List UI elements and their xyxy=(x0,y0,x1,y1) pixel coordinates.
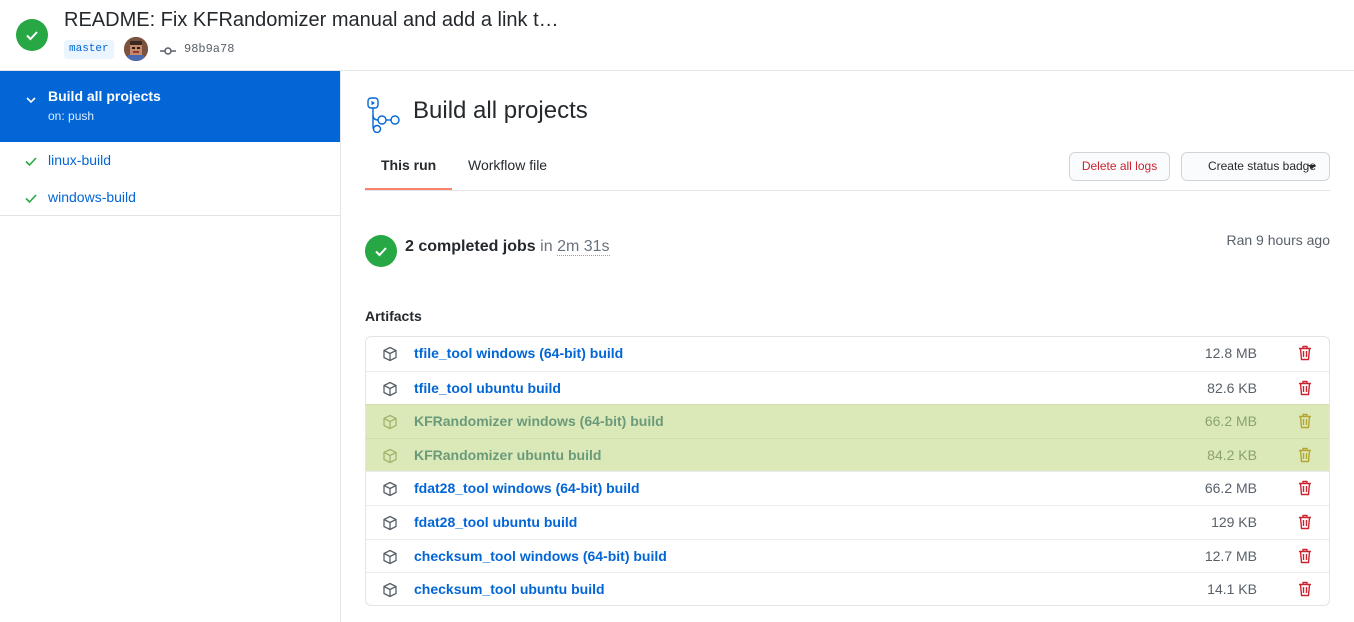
artifact-row: tfile_tool ubuntu build 82.6 KB xyxy=(366,371,1329,405)
package-icon xyxy=(382,346,398,365)
artifact-size: 82.6 KB xyxy=(1207,380,1257,396)
package-icon xyxy=(382,381,398,400)
success-status-icon xyxy=(365,235,397,267)
avatar[interactable] xyxy=(124,37,148,61)
trash-icon[interactable] xyxy=(1298,380,1312,399)
tabs-divider xyxy=(365,190,1330,191)
trash-icon[interactable] xyxy=(1298,548,1312,567)
workflow-sidebar: Build all projects on: push linux-build … xyxy=(0,71,341,622)
run-timestamp: Ran 9 hours ago xyxy=(1226,232,1330,248)
sidebar-item-windows-build[interactable]: windows-build xyxy=(0,182,340,212)
package-icon xyxy=(382,414,398,433)
sidebar-item-linux-build[interactable]: linux-build xyxy=(0,145,340,175)
artifact-name-link[interactable]: checksum_tool windows (64-bit) build xyxy=(414,548,667,564)
artifact-size: 84.2 KB xyxy=(1207,447,1257,463)
artifacts-list: tfile_tool windows (64-bit) build 12.8 MB… xyxy=(365,336,1330,606)
commit-sha-link[interactable]: 98b9a78 xyxy=(184,42,234,56)
package-icon xyxy=(382,448,398,467)
sidebar-workflow-trigger: on: push xyxy=(48,109,95,123)
run-duration: 2m 31s xyxy=(557,238,610,256)
artifact-size: 66.2 MB xyxy=(1204,480,1257,496)
completed-jobs-count: 2 completed jobs xyxy=(405,238,536,255)
run-header: README: Fix KFRandomizer manual and add … xyxy=(0,0,1354,71)
artifact-name-link[interactable]: tfile_tool ubuntu build xyxy=(414,380,561,396)
artifact-row: KFRandomizer ubuntu build 84.2 KB xyxy=(366,438,1329,472)
artifact-name-link[interactable]: checksum_tool ubuntu build xyxy=(414,581,605,597)
delete-all-logs-button[interactable]: Delete all logs xyxy=(1069,152,1170,181)
chevron-down-icon xyxy=(25,93,37,109)
artifact-row: KFRandomizer windows (64-bit) build 66.2 … xyxy=(366,404,1329,438)
artifacts-heading: Artifacts xyxy=(365,308,422,324)
branch-badge[interactable]: master xyxy=(64,40,114,59)
artifact-row: fdat28_tool ubuntu build 129 KB xyxy=(366,505,1329,539)
artifact-name-link[interactable]: fdat28_tool ubuntu build xyxy=(414,514,577,530)
trash-icon[interactable] xyxy=(1298,514,1312,533)
artifact-row: tfile_tool windows (64-bit) build 12.8 MB xyxy=(366,337,1329,371)
in-label: in xyxy=(540,238,553,255)
artifact-size: 129 KB xyxy=(1211,514,1257,530)
active-tab-indicator xyxy=(365,188,452,190)
trash-icon[interactable] xyxy=(1298,447,1312,466)
trash-icon[interactable] xyxy=(1298,581,1312,600)
artifact-size: 14.1 KB xyxy=(1207,581,1257,597)
artifact-size: 12.8 MB xyxy=(1204,345,1257,361)
commit-icon xyxy=(160,43,176,59)
sidebar-divider xyxy=(0,215,340,216)
trash-icon[interactable] xyxy=(1298,345,1312,364)
tab-this-run[interactable]: This run xyxy=(381,157,436,173)
check-icon xyxy=(24,154,38,171)
sidebar-job-label: linux-build xyxy=(48,152,112,168)
sidebar-item-workflow[interactable]: Build all projects on: push xyxy=(0,71,340,142)
package-icon xyxy=(382,481,398,500)
artifact-row: checksum_tool windows (64-bit) build 12.7… xyxy=(366,539,1329,573)
artifact-row: fdat28_tool windows (64-bit) build 66.2 M… xyxy=(366,471,1329,505)
jobs-summary: 2 completed jobs in 2m 31s xyxy=(405,238,610,256)
trash-icon[interactable] xyxy=(1298,480,1312,499)
sidebar-job-label: windows-build xyxy=(48,189,136,205)
artifact-name-link[interactable]: tfile_tool windows (64-bit) build xyxy=(414,345,623,361)
success-status-icon xyxy=(16,19,48,51)
artifact-size: 12.7 MB xyxy=(1204,548,1257,564)
artifact-name-link[interactable]: fdat28_tool windows (64-bit) build xyxy=(414,480,640,496)
check-icon xyxy=(24,191,38,208)
package-icon xyxy=(382,549,398,568)
sidebar-workflow-name: Build all projects xyxy=(48,88,161,104)
artifact-name-link[interactable]: KFRandomizer windows (64-bit) build xyxy=(414,413,664,429)
trash-icon[interactable] xyxy=(1298,413,1312,432)
artifact-size: 66.2 MB xyxy=(1204,413,1257,429)
create-status-badge-button[interactable]: Create status badge xyxy=(1181,152,1330,181)
page-title: Build all projects xyxy=(413,97,588,124)
package-icon xyxy=(382,515,398,534)
commit-title: README: Fix KFRandomizer manual and add … xyxy=(64,9,559,31)
workflow-icon xyxy=(366,97,402,136)
caret-down-icon xyxy=(1308,165,1316,169)
package-icon xyxy=(382,582,398,601)
artifact-name-link[interactable]: KFRandomizer ubuntu build xyxy=(414,447,601,463)
tab-workflow-file[interactable]: Workflow file xyxy=(468,157,547,173)
artifact-row: checksum_tool ubuntu build 14.1 KB xyxy=(366,572,1329,605)
create-status-badge-label: Create status badge xyxy=(1207,159,1317,173)
